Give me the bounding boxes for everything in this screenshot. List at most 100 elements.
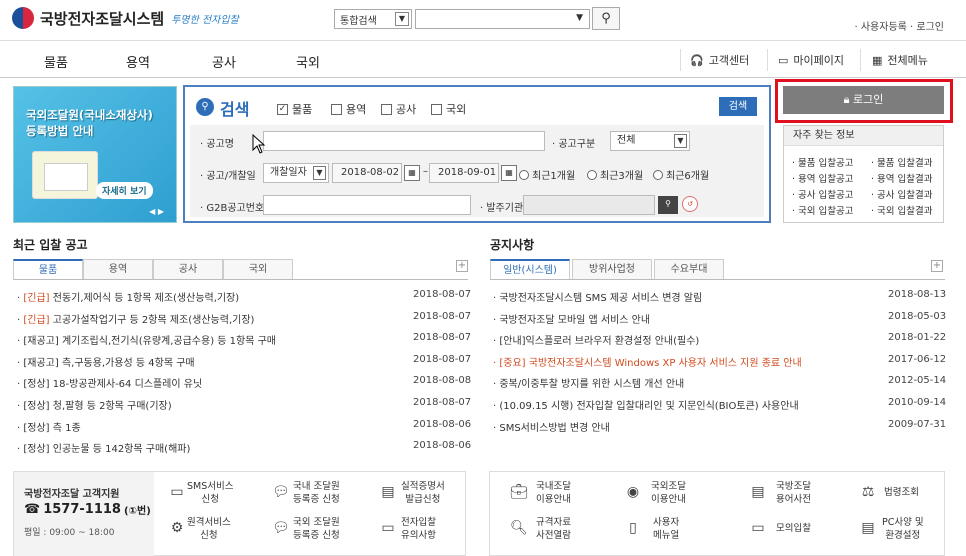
- notice-row[interactable]: · 국방전자조달시스템 SMS 제공 서비스 변경 알림: [493, 289, 702, 304]
- bid-tag: [긴급]: [23, 293, 50, 304]
- recent-bid-row[interactable]: · [정상] 측 1종: [17, 419, 81, 434]
- global-search-button[interactable]: ⚲: [592, 7, 620, 30]
- service-remote-button[interactable]: 원격서비스 신청: [187, 516, 231, 542]
- nav-item-overseas[interactable]: 국외: [296, 52, 320, 71]
- notice-date: 2018-08-13: [888, 289, 947, 300]
- site-logo[interactable]: 국방전자조달시스템 투명한 전자입찰: [12, 6, 239, 30]
- notice-title-text: [중요] 국방전자조달시스템 Windows XP 사용자 서비스 지원 종료 …: [499, 357, 802, 369]
- tab-notice-dapa[interactable]: 방위사업청: [572, 259, 652, 279]
- full-menu-link[interactable]: ▦ 전체메뉴: [872, 52, 928, 68]
- guide-label: 환경설정: [885, 530, 921, 541]
- service-sms-button[interactable]: SMS서비스 신청: [187, 480, 233, 506]
- recent-bid-row[interactable]: · [재공고] 측,구동용,가용성 등 4항목 구매: [17, 354, 195, 369]
- guide-mock-bid-button[interactable]: 모의입찰: [776, 522, 811, 535]
- calendar-icon[interactable]: ▦: [404, 165, 420, 181]
- laptop-icon: ▭: [751, 520, 765, 536]
- notice-row[interactable]: · 국방전자조달 모바일 앱 서비스 안내: [493, 311, 650, 326]
- type-checkbox-construction[interactable]: 공사: [381, 101, 416, 117]
- radio-icon: [587, 169, 597, 180]
- service-performance-cert-button[interactable]: 실적증명서 발급신청: [401, 480, 445, 506]
- customer-center-link[interactable]: 🎧 고객센터: [690, 52, 749, 68]
- type-checkbox-goods[interactable]: ✓ 물품: [277, 101, 312, 117]
- notice-row[interactable]: · [중요] 국방전자조달시스템 Windows XP 사용자 서비스 지원 종…: [493, 354, 802, 369]
- customer-center-label: 고객센터: [708, 54, 750, 67]
- nav-item-goods[interactable]: 물품: [44, 52, 68, 71]
- faq-link[interactable]: · 공사 입찰공고: [792, 187, 854, 201]
- tab-recent-services[interactable]: 용역: [83, 259, 153, 279]
- tab-notice-units[interactable]: 수요부대: [654, 259, 724, 279]
- tab-recent-construction[interactable]: 공사: [153, 259, 223, 279]
- search-scope-select[interactable]: 통합검색 ▼: [334, 9, 412, 29]
- faq-link[interactable]: · 국외 입찰결과: [871, 203, 933, 217]
- guide-spec-button[interactable]: 규격자료 사전열람: [536, 516, 571, 542]
- category-select[interactable]: 전체 ▼: [610, 131, 690, 151]
- notice-row[interactable]: · (10.09.15 시행) 전자입찰 입찰대리인 및 지문인식(BIO토큰)…: [493, 397, 799, 412]
- overseas-registration-banner[interactable]: 국외조달원(국내소재상사) 등록방법 안내 자세히 보기 ◀ ▶: [13, 86, 177, 223]
- faq-link[interactable]: · 공사 입찰결과: [871, 187, 933, 201]
- agency-input[interactable]: [523, 195, 655, 215]
- faq-link[interactable]: · 물품 입찰결과: [871, 155, 933, 169]
- calendar-icon[interactable]: ▦: [501, 165, 517, 181]
- guide-law-button[interactable]: 법령조회: [884, 486, 919, 499]
- service-overseas-reg-button[interactable]: 국외 조달원 등록증 신청: [293, 516, 340, 542]
- bid-tag: [긴급]: [23, 314, 50, 326]
- notice-row[interactable]: · 중복/이중투찰 방지를 위한 시스템 개선 안내: [493, 375, 684, 390]
- date-to-input[interactable]: 2018-09-01: [429, 163, 499, 183]
- faq-link[interactable]: · 국외 입찰공고: [792, 203, 854, 217]
- range-radio-6m[interactable]: 최근6개월: [653, 167, 709, 182]
- type-checkbox-services[interactable]: 용역: [331, 101, 366, 117]
- guide-links-panel: 💼︎ 국내조달 이용안내 ◉ 국외조달 이용안내 ▤ 국방조달 용어사전 ⚖ 법령조회…: [489, 471, 945, 556]
- refresh-icon[interactable]: ↺: [682, 196, 698, 212]
- faq-link[interactable]: · 물품 입찰공고: [792, 155, 854, 169]
- faq-link[interactable]: · 용역 입찰결과: [871, 171, 933, 185]
- recent-bid-row[interactable]: · [긴급] 고공가설작업기구 등 2항목 제조(생산능력,기장): [17, 311, 254, 326]
- global-search-input[interactable]: ▼: [415, 9, 590, 29]
- search-button[interactable]: 검색: [719, 97, 757, 116]
- nav-item-services[interactable]: 용역: [126, 52, 150, 71]
- guide-domestic-button[interactable]: 국내조달 이용안내: [536, 480, 571, 506]
- login-button[interactable]: 🔒︎ 로그인: [783, 86, 944, 114]
- guide-manual-button[interactable]: 사용자 메뉴얼: [653, 516, 679, 542]
- banner-pager[interactable]: ◀ ▶: [149, 207, 164, 216]
- chat-icon: 💬︎: [272, 484, 290, 500]
- guide-glossary-button[interactable]: 국방조달 용어사전: [776, 480, 811, 506]
- monitor-icon: ▭: [381, 520, 395, 536]
- banner-more-button[interactable]: 자세히 보기: [96, 182, 153, 199]
- document-search-icon: 🔍︎: [510, 520, 528, 536]
- recent-bid-row[interactable]: · [정상] 18-방공관제사-64 디스플레이 유닛: [17, 375, 202, 390]
- tab-notice-system[interactable]: 일반(시스템): [490, 259, 570, 279]
- more-plus-icon[interactable]: +: [931, 260, 943, 272]
- service-bid-notes-button[interactable]: 전자입찰 유의사항: [401, 516, 436, 542]
- notice-row[interactable]: · SMS서비스방법 변경 안내: [493, 419, 610, 434]
- mypage-link[interactable]: ▭ 마이페이지: [778, 52, 844, 68]
- date-from-input[interactable]: 2018-08-02: [332, 163, 402, 183]
- date-type-select[interactable]: 개찰일자 ▼: [263, 163, 329, 183]
- taegeuk-emblem-icon: [12, 7, 34, 29]
- nav-item-construction[interactable]: 공사: [212, 52, 236, 71]
- notice-row[interactable]: · [안내]익스플로러 브라우저 환경설정 안내(필수): [493, 332, 699, 347]
- tab-recent-overseas[interactable]: 국외: [223, 259, 293, 279]
- search-scope-value: 통합검색: [340, 15, 377, 27]
- recent-bid-row[interactable]: · [정상] 청,팔형 등 2항목 구매(기장): [17, 397, 172, 412]
- agency-search-icon[interactable]: ⚲: [658, 196, 678, 214]
- guide-overseas-button[interactable]: 국외조달 이용안내: [651, 480, 686, 506]
- more-plus-icon[interactable]: +: [456, 260, 468, 272]
- range-radio-3m[interactable]: 최근3개월: [587, 167, 643, 182]
- service-label: 등록증 신청: [293, 530, 340, 541]
- guide-label: 이용안내: [651, 494, 686, 505]
- dictionary-icon: ▤: [751, 484, 765, 500]
- tab-recent-goods[interactable]: 물품: [13, 259, 83, 279]
- range-radio-1m[interactable]: 최근1개월: [519, 167, 575, 182]
- notice-name-input[interactable]: [263, 131, 545, 151]
- recent-bid-row[interactable]: · [정상] 인공눈물 등 142항목 구매(해파): [17, 440, 190, 455]
- g2b-number-input[interactable]: [263, 195, 471, 215]
- type-checkbox-overseas[interactable]: 국외: [431, 101, 466, 117]
- service-domestic-reg-button[interactable]: 국내 조달원 등록증 신청: [293, 480, 340, 506]
- guide-pc-settings-button[interactable]: PC사양 및 환경설정: [882, 516, 924, 542]
- monitor-icon: ▭: [778, 53, 789, 67]
- top-user-links[interactable]: · 사용자등록 · 로그인: [855, 18, 945, 33]
- faq-link[interactable]: · 용역 입찰공고: [792, 171, 854, 185]
- recent-bid-row[interactable]: · [재공고] 계기조립식,전기식(유량계,공급수용) 등 1항목 구매: [17, 332, 276, 347]
- recent-bid-row[interactable]: · [긴급] 전동기,제어식 등 1항목 제조(생산능력,기장): [17, 289, 239, 304]
- certificate-icon: ▤: [381, 484, 395, 500]
